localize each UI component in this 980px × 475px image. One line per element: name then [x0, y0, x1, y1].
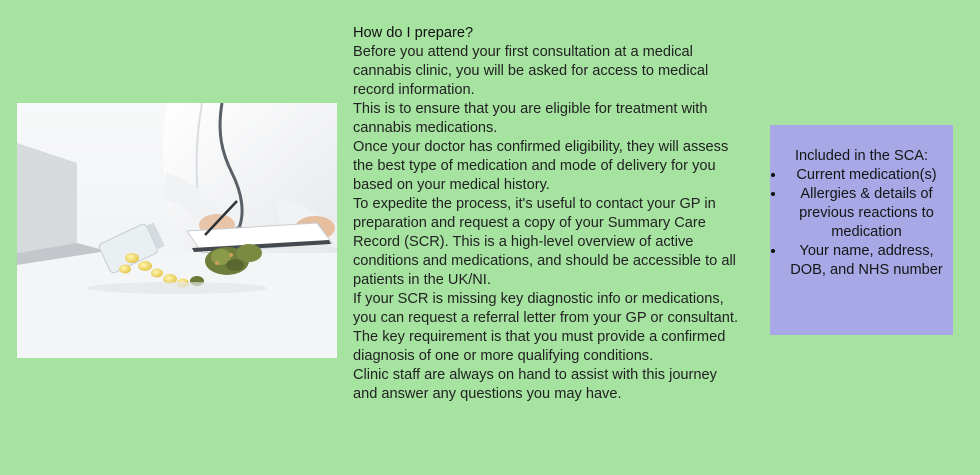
article-heading: How do I prepare?: [353, 25, 474, 41]
sca-list-item: Allergies & details of previous reaction…: [786, 185, 947, 242]
article-paragraph: To expedite the process, it's useful to …: [353, 196, 736, 288]
article-paragraph: The key requirement is that you must pro…: [353, 329, 726, 364]
article-paragraph: This is to ensure that you are eligible …: [353, 101, 708, 136]
photo-illustration: [17, 103, 337, 358]
sca-list-item: Current medication(s): [786, 166, 947, 185]
article-paragraph: Clinic staff are always on hand to assis…: [353, 367, 717, 402]
sca-list-item: Your name, address, DOB, and NHS number: [786, 242, 947, 280]
sca-list: Current medication(s) Allergies & detail…: [770, 166, 953, 280]
sca-heading: Included in the SCA:: [794, 148, 929, 164]
article-paragraph: Before you attend your first consultatio…: [353, 44, 709, 98]
doctor-cannabis-photo: [17, 103, 337, 358]
article-paragraph: Once your doctor has confirmed eligibili…: [353, 139, 729, 193]
prepare-article: How do I prepare? Before you attend your…: [353, 24, 743, 404]
sca-info-box: Included in the SCA: Current medication(…: [770, 125, 953, 335]
article-paragraph: If your SCR is missing key diagnostic in…: [353, 291, 739, 326]
